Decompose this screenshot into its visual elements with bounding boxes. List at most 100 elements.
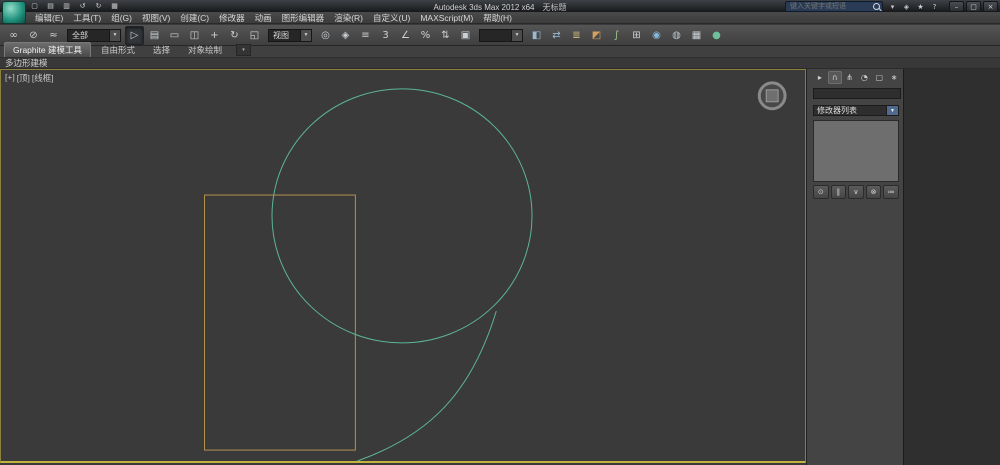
rectangle-spline[interactable] (205, 195, 356, 450)
tab-motion[interactable]: ◔ (857, 71, 871, 84)
tab-freeform[interactable]: 自由形式 (93, 43, 143, 57)
selection-filter-dropdown[interactable]: 全部 ▼ (67, 29, 121, 42)
undo-icon[interactable]: ↺ (76, 1, 89, 11)
menu-item[interactable]: 自定义(U) (368, 12, 415, 24)
close-button[interactable]: × (983, 1, 998, 12)
reference-coordinate-system-dropdown[interactable]: 视图 ▼ (268, 29, 312, 42)
align-icon[interactable]: ⇄ (547, 26, 566, 45)
rectangular-selection-region-icon[interactable]: ▭ (165, 26, 184, 45)
keyboard-override-icon[interactable]: ≡ (356, 26, 375, 45)
new-scene-icon[interactable]: ▢ (28, 1, 41, 11)
infocenter-search[interactable] (785, 1, 883, 12)
object-name-field[interactable] (813, 88, 901, 99)
empty-dock-area (903, 69, 1000, 465)
mirror-icon[interactable]: ◧ (527, 26, 546, 45)
menu-item[interactable]: 视图(V) (137, 12, 175, 24)
select-and-manipulate-icon[interactable]: ◈ (336, 26, 355, 45)
schematic-view-icon[interactable]: ⊞ (627, 26, 646, 45)
search-input[interactable] (788, 2, 871, 11)
menu-item[interactable]: 工具(T) (68, 12, 106, 24)
menu-item[interactable]: 图形编辑器 (277, 12, 330, 24)
modifier-stack-buttons: ⊙‖∨⊗≔ (813, 185, 899, 199)
layer-manager-icon[interactable]: ≣ (567, 26, 586, 45)
angle-snap-icon[interactable]: ∠ (396, 26, 415, 45)
graphite-ribbon-icon[interactable]: ◩ (587, 26, 606, 45)
project-folder-icon[interactable]: ▦ (108, 1, 121, 11)
viewport-pov-menu[interactable]: [顶] (17, 72, 30, 84)
select-and-move-icon[interactable]: + (205, 26, 224, 45)
open-file-icon[interactable]: ▤ (44, 1, 57, 11)
tab-hierarchy[interactable]: ⋔ (843, 71, 857, 84)
tab-graphite-modeling-tools[interactable]: Graphite 建模工具 (4, 42, 91, 57)
maximize-button[interactable]: ▢ (966, 1, 981, 12)
3ds-max-window: ▢▤▥↺↻▦ Autodesk 3ds Max 2012 x64无标题 ▾◈★?… (0, 0, 1000, 465)
search-icon[interactable] (873, 3, 880, 10)
menu-item[interactable]: 渲染(R) (329, 12, 368, 24)
tab-selection[interactable]: 选择 (145, 43, 178, 57)
tab-utilities[interactable]: ∗ (887, 71, 901, 84)
menu-item[interactable]: 组(G) (106, 12, 137, 24)
configure-modifier-sets-button[interactable]: ≔ (883, 185, 899, 199)
help-icon[interactable]: ? (929, 2, 940, 12)
menu-bar: 编辑(E)工具(T)组(G)视图(V)创建(C)修改器动画图形编辑器渲染(R)自… (0, 12, 1000, 24)
modifier-stack-list[interactable] (813, 120, 899, 182)
tab-create[interactable]: ▸ (813, 71, 827, 84)
window-crossing-icon[interactable]: ◫ (185, 26, 204, 45)
viewcube-face[interactable] (766, 90, 778, 102)
select-by-name-icon[interactable]: ▤ (145, 26, 164, 45)
select-and-rotate-icon[interactable]: ↻ (225, 26, 244, 45)
menu-item[interactable]: 动画 (250, 12, 277, 24)
show-end-result-button[interactable]: ‖ (831, 185, 847, 199)
search-scope-chevron-icon[interactable]: ▾ (887, 2, 898, 12)
top-viewport[interactable]: [+] [顶] [线框] (0, 69, 806, 463)
curve-editor-icon[interactable]: ∫ (607, 26, 626, 45)
spinner-snap-icon[interactable]: ⇅ (436, 26, 455, 45)
percent-snap-icon[interactable]: % (416, 26, 435, 45)
snaps-toggle-icon[interactable]: 3 (376, 26, 395, 45)
menu-item[interactable]: 编辑(E) (30, 12, 68, 24)
edit-named-sets-icon[interactable]: ▣ (456, 26, 475, 45)
select-object-icon[interactable]: ▷ (125, 26, 144, 45)
use-pivot-center-icon[interactable]: ◎ (316, 26, 335, 45)
curve-spline[interactable] (357, 311, 496, 461)
rendered-frame-icon[interactable]: ▦ (687, 26, 706, 45)
pin-stack-button[interactable]: ⊙ (813, 185, 829, 199)
save-file-icon[interactable]: ▥ (60, 1, 73, 11)
tab-modify[interactable]: ∩ (828, 71, 842, 84)
chevron-down-icon: ▼ (511, 30, 522, 41)
tab-object-paint[interactable]: 对象绘制 (180, 43, 230, 57)
render-production-icon[interactable]: ● (707, 26, 726, 45)
viewcube[interactable] (759, 83, 785, 109)
menu-item[interactable]: MAXScript(M) (415, 13, 478, 23)
minimize-button[interactable]: – (949, 1, 964, 12)
command-panel: ▸∩⋔◔▢∗ 修改器列表 ▼ ⊙‖∨⊗≔ (806, 69, 903, 465)
ribbon-tab-bar: Graphite 建模工具 自由形式 选择 对象绘制 ▾ (0, 46, 1000, 58)
named-selection-sets-dropdown[interactable]: ▼ (479, 29, 523, 42)
render-setup-icon[interactable]: ◍ (667, 26, 686, 45)
communication-center-icon[interactable]: ◈ (901, 2, 912, 12)
modifier-list-dropdown[interactable]: 修改器列表 ▼ (813, 105, 899, 116)
select-and-scale-icon[interactable]: ◱ (245, 26, 264, 45)
circle-spline[interactable] (272, 89, 532, 343)
menu-item[interactable]: 创建(C) (175, 12, 214, 24)
viewport-general-menu[interactable]: [+] (5, 72, 15, 84)
application-menu-logo[interactable] (2, 1, 26, 24)
redo-icon[interactable]: ↻ (92, 1, 105, 11)
viewport-canvas[interactable] (1, 70, 805, 461)
infocenter: ▾◈★? (785, 1, 940, 12)
remove-modifier-button[interactable]: ⊗ (866, 185, 882, 199)
polygon-modeling-panel-label[interactable]: 多边形建模 (5, 57, 48, 69)
make-unique-button[interactable]: ∨ (848, 185, 864, 199)
material-editor-icon[interactable]: ◉ (647, 26, 666, 45)
viewport-shading-menu[interactable]: [线框] (32, 72, 54, 84)
document-title: 无标题 (542, 3, 566, 12)
menu-item[interactable]: 修改器 (214, 12, 250, 24)
chevron-down-icon: ▼ (886, 106, 898, 115)
modifier-list-value: 修改器列表 (817, 105, 857, 116)
viewport-label: [+] [顶] [线框] (5, 72, 54, 84)
menu-item[interactable]: 帮助(H) (478, 12, 517, 24)
favorites-star-icon[interactable]: ★ (915, 2, 926, 12)
chevron-down-icon: ▼ (300, 30, 311, 41)
ribbon-minimize-toggle[interactable]: ▾ (236, 44, 251, 56)
tab-display[interactable]: ▢ (872, 71, 886, 84)
